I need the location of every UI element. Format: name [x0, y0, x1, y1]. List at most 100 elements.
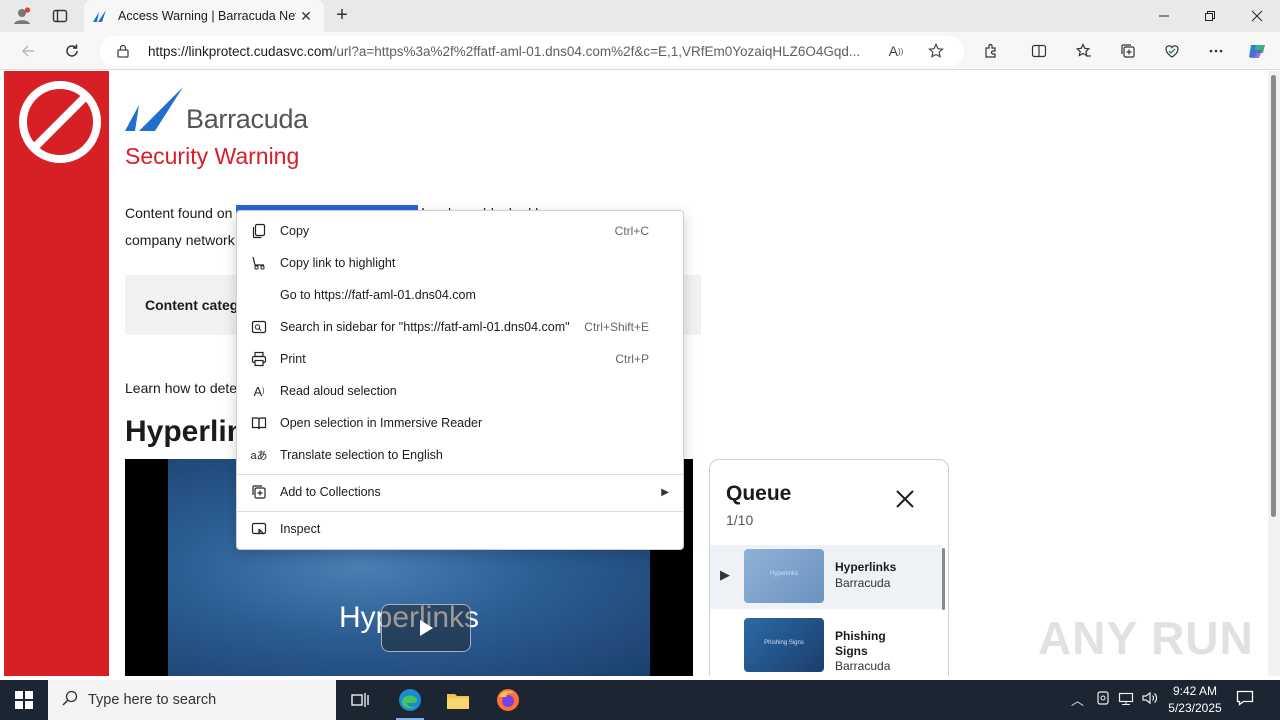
logo-text: Barracuda — [186, 104, 308, 134]
submenu-arrow-icon: ▶ — [661, 486, 669, 498]
queue-item[interactable]: Phishing Signs Phishing Signs Barracuda — [710, 614, 942, 676]
menu-separator — [237, 474, 683, 475]
clock-time: 9:42 AM — [1172, 684, 1218, 698]
queue-item-name: Hyperlinks — [835, 560, 897, 574]
url-domain: https://linkprotect.cudasvc.com — [148, 43, 333, 59]
browser-essentials-icon[interactable] — [1158, 37, 1186, 65]
anyrun-watermark: ANY RUN — [1038, 612, 1254, 664]
search-icon — [62, 690, 78, 710]
barracuda-favicon-icon — [93, 10, 106, 22]
collections-icon — [250, 483, 268, 501]
profile-icon[interactable] — [8, 4, 36, 28]
menu-item-label: Translate selection to English — [280, 448, 443, 462]
queue-item[interactable]: ▶ Hyperlinks Hyperlinks Barracuda — [710, 545, 942, 609]
close-window-icon[interactable] — [1234, 0, 1280, 32]
network-icon[interactable] — [1118, 690, 1134, 709]
queue-title: Queue — [726, 482, 792, 505]
collections-icon[interactable] — [1114, 37, 1142, 65]
printer-icon — [250, 350, 268, 368]
tray-device-icon[interactable] — [1096, 690, 1110, 709]
taskbar-search-box[interactable]: Type here to search — [48, 680, 336, 720]
video-queue-panel: Queue 1/10 ▶ Hyperlinks Hyperlinks Barra… — [709, 459, 949, 676]
url-path: /url?a=https%3a%2f%2ffatf-aml-01.dns04.c… — [332, 43, 861, 59]
immersive-reader-icon — [250, 414, 268, 432]
notifications-icon[interactable] — [1236, 689, 1254, 711]
taskbar-clock[interactable]: 9:42 AM 5/23/2025 — [1160, 683, 1230, 717]
inspect-icon — [250, 520, 268, 538]
url-text[interactable]: https://linkprotect.cudasvc.com/url?a=ht… — [148, 44, 878, 59]
queue-thumbnail: Hyperlinks — [744, 549, 824, 603]
menu-item-read-aloud[interactable]: A) Read aloud selection — [237, 375, 683, 407]
play-button[interactable] — [381, 604, 471, 652]
menu-item-shortcut: Ctrl+C — [614, 224, 649, 238]
address-toolbar: https://linkprotect.cudasvc.com/url?a=ht… — [0, 32, 1280, 70]
queue-item-source: Barracuda — [835, 576, 891, 590]
minimize-icon[interactable] — [1141, 0, 1187, 32]
queue-thumbnail: Phishing Signs — [744, 618, 824, 672]
menu-item-label: Go to https://fatf-aml-01.dns04.com — [280, 288, 476, 302]
clock-date: 5/23/2025 — [1168, 701, 1222, 715]
menu-item-copy-link-highlight[interactable]: Copy link to highlight — [237, 247, 683, 279]
menu-item-copy[interactable]: Copy Ctrl+C — [237, 215, 683, 247]
file-explorer-icon[interactable] — [434, 680, 482, 720]
prohibited-icon — [19, 81, 101, 163]
volume-icon[interactable] — [1142, 690, 1158, 709]
queue-scrollbar[interactable] — [942, 548, 945, 610]
menu-item-label: Read aloud selection — [280, 384, 397, 398]
tab-title: Access Warning | Barracuda Netw — [118, 9, 296, 23]
queue-count: 1/10 — [726, 512, 754, 528]
tab-bar: Access Warning | Barracuda Netw ✕ + — [0, 0, 1280, 32]
block-message-start: Content found on — [125, 205, 233, 221]
queue-close-icon[interactable] — [894, 488, 916, 514]
restore-icon[interactable] — [1187, 0, 1233, 32]
play-icon — [420, 620, 433, 636]
tab-access-warning[interactable]: Access Warning | Barracuda Netw ✕ — [84, 0, 324, 32]
menu-item-shortcut: Ctrl+P — [615, 352, 649, 366]
menu-item-label: Print — [280, 352, 306, 366]
tab-actions-icon[interactable] — [46, 4, 74, 28]
menu-item-label: Copy link to highlight — [280, 256, 396, 270]
split-screen-icon[interactable] — [1025, 37, 1053, 65]
taskbar: Type here to search ︿ 9:42 AM 5/23/2025 — [0, 680, 1280, 720]
menu-item-label: Open selection in Immersive Reader — [280, 416, 483, 430]
menu-item-go-to[interactable]: Go to https://fatf-aml-01.dns04.com — [237, 279, 683, 311]
queue-item-source: Barracuda — [835, 659, 891, 673]
menu-item-shortcut: Ctrl+Shift+E — [584, 320, 649, 334]
menu-item-label: Copy — [280, 224, 310, 238]
translate-icon: aあ — [250, 450, 268, 462]
learn-text: Learn how to detect — [125, 380, 248, 396]
queue-item-name: Phishing Signs — [835, 629, 886, 658]
now-playing-icon: ▶ — [720, 567, 730, 582]
menu-item-print[interactable]: Print Ctrl+P — [237, 343, 683, 375]
back-icon[interactable] — [14, 37, 42, 65]
favorite-star-icon[interactable] — [926, 41, 946, 61]
favorites-icon[interactable] — [1070, 37, 1098, 65]
firefox-icon[interactable] — [484, 680, 532, 720]
read-aloud-icon: A) — [253, 383, 265, 399]
read-aloud-icon[interactable]: A)) — [886, 41, 906, 61]
extensions-icon[interactable] — [977, 37, 1005, 65]
menu-item-inspect[interactable]: Inspect — [237, 513, 683, 545]
menu-item-translate[interactable]: aあ Translate selection to English — [237, 439, 683, 471]
edge-taskbar-icon[interactable] — [386, 680, 434, 720]
windows-start-icon[interactable] — [0, 680, 48, 720]
task-view-icon[interactable] — [336, 680, 384, 720]
block-message-line2: company network — [125, 232, 235, 248]
lock-icon — [117, 44, 129, 58]
menu-item-search-sidebar[interactable]: Search in sidebar for "https://fatf-aml-… — [237, 311, 683, 343]
menu-item-label: Inspect — [280, 522, 321, 536]
address-bar[interactable]: https://linkprotect.cudasvc.com/url?a=ht… — [100, 36, 964, 66]
copilot-icon[interactable] — [1243, 37, 1271, 65]
sidebar-search-icon — [250, 318, 268, 336]
scrollbar-thumb[interactable] — [1271, 75, 1276, 517]
page-scrollbar[interactable] — [1268, 71, 1280, 676]
menu-item-immersive-reader[interactable]: Open selection in Immersive Reader — [237, 407, 683, 439]
close-tab-icon[interactable]: ✕ — [296, 8, 316, 25]
search-placeholder: Type here to search — [88, 692, 217, 708]
more-options-icon[interactable] — [1202, 37, 1230, 65]
tray-chevron-icon[interactable]: ︿ — [1071, 690, 1084, 709]
refresh-icon[interactable] — [58, 37, 86, 65]
new-tab-button[interactable]: + — [330, 4, 354, 28]
menu-item-add-to-collections[interactable]: Add to Collections ▶ — [237, 476, 683, 508]
link-highlight-icon — [250, 254, 268, 272]
